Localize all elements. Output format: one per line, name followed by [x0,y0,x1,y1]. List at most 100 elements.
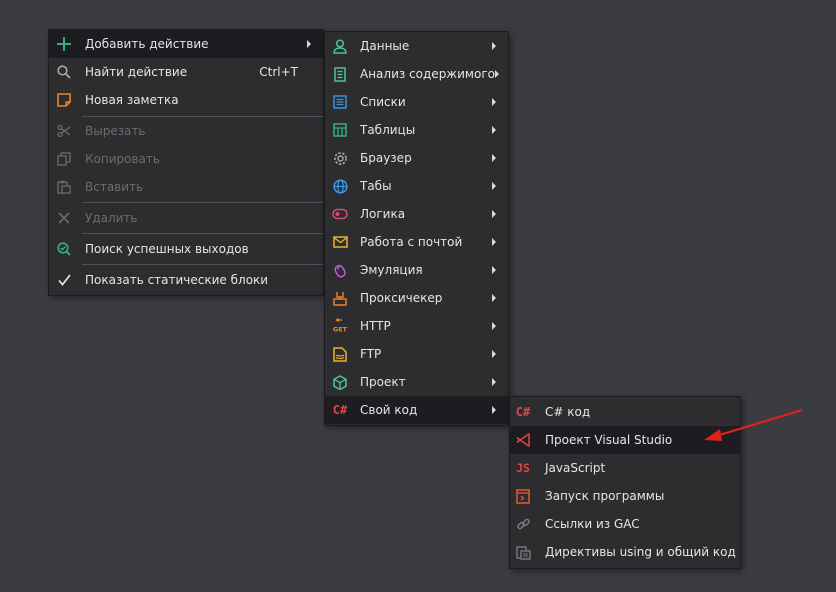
menu-separator [82,264,323,265]
visual-studio-icon [515,432,531,448]
menu-item-delete[interactable]: Удалить [49,204,323,232]
menu-item-label: Найти действие [85,65,188,79]
submenu-arrow-icon [307,40,311,48]
menu-item-label: Логика [360,207,406,221]
menu-item-label: Удалить [85,211,138,225]
mouse-icon [332,262,348,278]
submenu-item-custom-code[interactable]: C# Свой код [325,396,508,424]
menu-item-label: Браузер [360,151,412,165]
submenu-arrow-icon [492,182,496,190]
scissors-icon [56,123,72,139]
table-icon [332,122,348,138]
submenu-arrow-icon [492,154,496,162]
csharp-icon: C# [332,403,348,417]
context-menu-main: Добавить действие Найти действие Ctrl+T … [48,29,324,296]
menu-item-find-action[interactable]: Найти действие Ctrl+T [49,58,323,86]
directives-icon [515,544,531,560]
submenu-item-browser[interactable]: Браузер [325,144,508,172]
menu-item-label: Проксичекер [360,291,443,305]
search-icon [56,64,72,80]
submenu-arrow-icon [492,350,496,358]
submenu-arrow-icon [492,210,496,218]
submenu-item-lists[interactable]: Списки [325,88,508,116]
menu-item-label: Показать статические блоки [85,273,269,287]
menu-item-label: Новая заметка [85,93,179,107]
menu-item-new-note[interactable]: Новая заметка [49,86,323,114]
menu-item-label: Данные [360,39,410,53]
menu-item-cut[interactable]: Вырезать [49,117,323,145]
menu-item-label: Вырезать [85,124,146,138]
ftp-icon [332,346,348,362]
menu-item-label: C# код [545,405,591,419]
submenu-arrow-icon [492,406,496,414]
link-icon [515,516,531,532]
code-item-javascript[interactable]: JS JavaScript [510,454,740,482]
submenu-arrow-icon [492,266,496,274]
menu-item-copy[interactable]: Копировать [49,145,323,173]
note-icon [56,92,72,108]
shortcut-text: Ctrl+T [259,65,298,79]
code-item-visual-studio-project[interactable]: Проект Visual Studio [510,426,740,454]
javascript-icon: JS [516,461,530,475]
submenu-item-data[interactable]: Данные [325,32,508,60]
submenu-arrow-icon [492,322,496,330]
copy-icon [56,151,72,167]
http-get-icon: GET [332,318,348,334]
menu-item-label: Свой код [360,403,418,417]
person-icon [332,38,348,54]
menu-item-label: Добавить действие [85,37,209,51]
menu-item-label: JavaScript [545,461,606,475]
menu-separator [82,202,323,203]
submenu-arrow-icon [492,98,496,106]
menu-item-label: Проект Visual Studio [545,433,673,447]
submenu-item-emulation[interactable]: Эмуляция [325,256,508,284]
menu-item-label: Таблицы [360,123,416,137]
menu-item-label: Запуск программы [545,489,665,503]
menu-item-label: FTP [360,347,382,361]
menu-item-label: HTTP [360,319,391,333]
submenu-item-logic[interactable]: Логика [325,200,508,228]
checkmark-icon [56,272,72,288]
menu-item-label: Ссылки из GAC [545,517,640,531]
plus-icon [56,36,72,52]
submenu-arrow-icon [494,70,499,78]
document-icon [332,66,348,82]
globe-icon [332,178,348,194]
run-program-icon [515,488,531,504]
menu-item-label: Проект [360,375,406,389]
gear-icon [332,150,348,166]
submenu-item-http[interactable]: GET HTTP [325,312,508,340]
submenu-item-tables[interactable]: Таблицы [325,116,508,144]
submenu-item-mail[interactable]: Работа с почтой [325,228,508,256]
menu-item-paste[interactable]: Вставить [49,173,323,201]
proxy-icon [332,290,348,306]
code-item-using-directives[interactable]: Директивы using и общий код [510,538,740,566]
submenu-item-ftp[interactable]: FTP [325,340,508,368]
menu-item-label: Эмуляция [360,263,423,277]
submenu-arrow-icon [492,378,496,386]
menu-item-label: Копировать [85,152,160,166]
menu-item-show-static-blocks[interactable]: Показать статические блоки [49,266,323,294]
menu-item-label: Табы [360,179,392,193]
code-item-gac-references[interactable]: Ссылки из GAC [510,510,740,538]
submenu-item-content-analysis[interactable]: Анализ содержимого [325,60,508,88]
http-get-icon-text: GET [333,326,348,334]
submenu-item-proxy-checker[interactable]: Проксичекер [325,284,508,312]
submenu-item-tabs[interactable]: Табы [325,172,508,200]
search-check-icon [56,241,72,257]
submenu-item-project[interactable]: Проект [325,368,508,396]
menu-item-label: Анализ содержимого [360,67,495,81]
logic-icon [332,206,348,222]
mail-icon [332,234,348,250]
csharp-icon: C# [515,405,531,419]
menu-item-add-action[interactable]: Добавить действие [49,30,323,58]
clipboard-icon [56,179,72,195]
code-item-run-program[interactable]: Запуск программы [510,482,740,510]
menu-separator [82,233,323,234]
code-item-csharp[interactable]: C# C# код [510,398,740,426]
submenu-add-action: Данные Анализ содержимого Списки Таблицы… [324,31,509,426]
submenu-arrow-icon [492,42,496,50]
submenu-arrow-icon [492,294,496,302]
menu-item-label: Вставить [85,180,144,194]
menu-item-find-success-outputs[interactable]: Поиск успешных выходов [49,235,323,263]
